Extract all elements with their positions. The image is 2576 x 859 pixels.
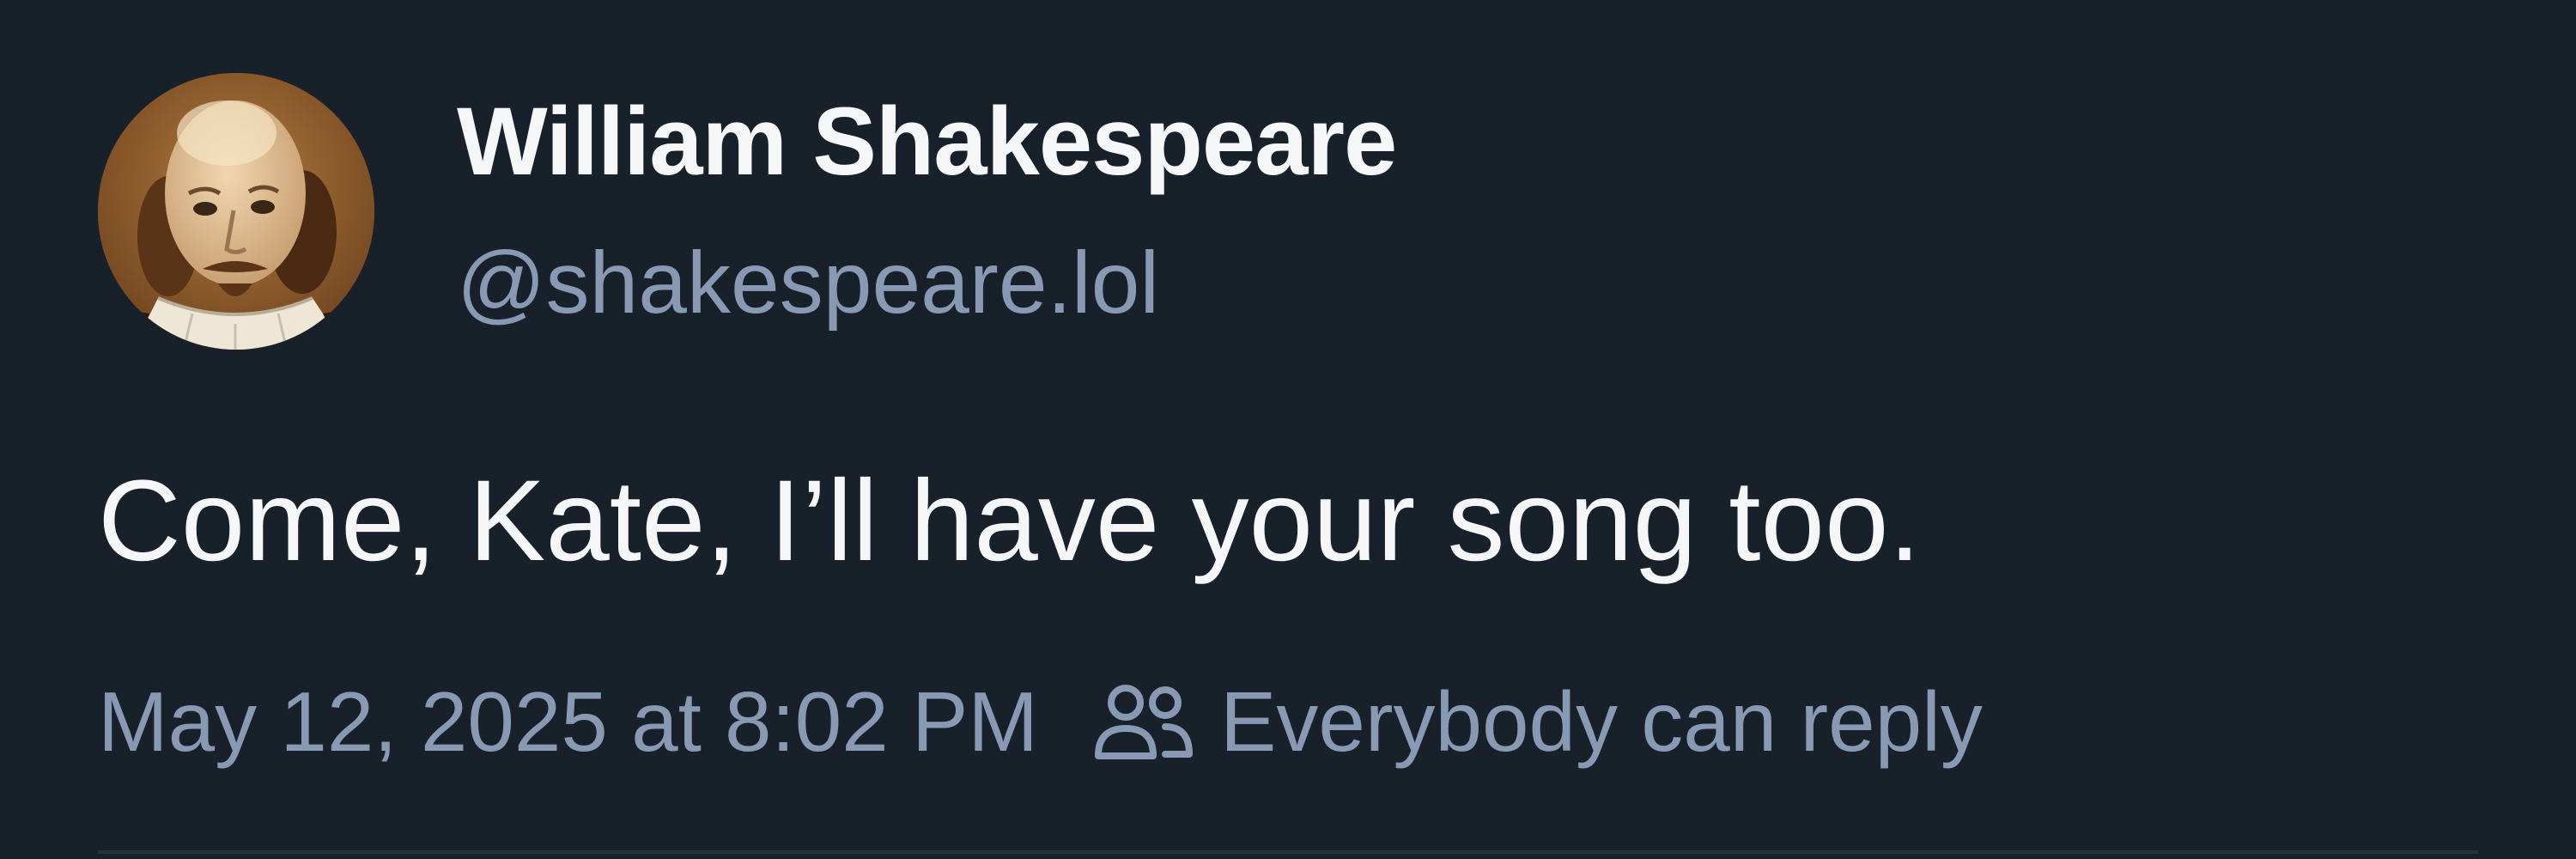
author-avatar[interactable] bbox=[98, 73, 374, 350]
author-handle[interactable]: @shakespeare.lol bbox=[457, 230, 1159, 335]
people-icon bbox=[1095, 685, 1193, 759]
divider bbox=[98, 850, 2478, 854]
post-meta: May 12, 2025 at 8:02 PM Everybody can re… bbox=[98, 670, 1983, 773]
reply-setting-button[interactable]: Everybody can reply bbox=[1093, 673, 1983, 771]
post-thread-item: William Shakespeare @shakespeare.lol Com… bbox=[0, 0, 2576, 859]
portrait-avatar-icon bbox=[98, 73, 374, 350]
post-text: Come, Kate, I’ll have your song too. bbox=[98, 457, 1921, 585]
reply-setting-label: Everybody can reply bbox=[1220, 673, 1983, 769]
post-timestamp[interactable]: May 12, 2025 at 8:02 PM bbox=[98, 673, 1038, 771]
author-display-name[interactable]: William Shakespeare bbox=[457, 84, 1397, 199]
